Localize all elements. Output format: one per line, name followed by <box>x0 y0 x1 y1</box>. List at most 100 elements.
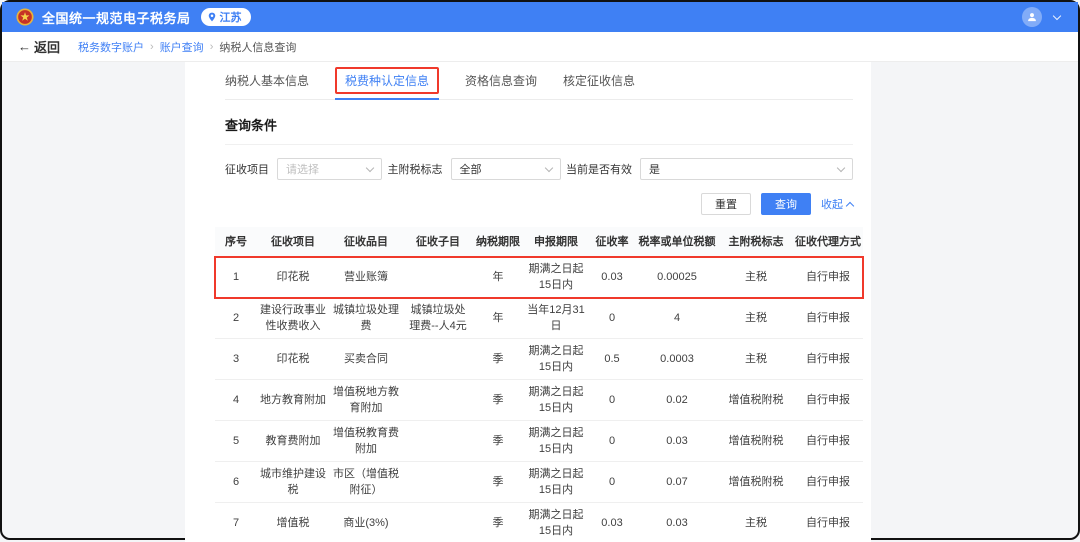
table-cell: 印花税 <box>257 269 329 285</box>
tab-4[interactable]: 核定征收信息 <box>563 62 635 99</box>
table-cell: 主税 <box>719 515 793 531</box>
table-cell: 期满之日起15日内 <box>523 261 589 293</box>
national-emblem-icon <box>16 8 34 26</box>
table-cell: 5 <box>215 433 257 449</box>
page-body: 纳税人基本信息税费种认定信息资格信息查询核定征收信息 查询条件 征收项目请选择主… <box>2 62 1078 542</box>
table-cell: 教育费附加 <box>257 433 329 449</box>
breadcrumb-item-2[interactable]: 账户查询 <box>160 39 204 55</box>
location-badge[interactable]: 江苏 <box>201 8 251 26</box>
breadcrumb-item-1[interactable]: 税务数字账户 <box>78 39 144 55</box>
tab-1[interactable]: 纳税人基本信息 <box>225 62 309 99</box>
table-cell: 年 <box>473 310 523 326</box>
table-cell: 增值税地方教育附加 <box>329 384 403 416</box>
table-cell: 自行申报 <box>793 433 863 449</box>
filter-select-3[interactable]: 是 <box>640 158 853 180</box>
column-header: 序号 <box>215 233 257 251</box>
table-cell: 3 <box>215 351 257 367</box>
table-cell: 1 <box>215 269 257 285</box>
table-cell: 自行申报 <box>793 474 863 490</box>
location-pin-icon <box>207 11 217 23</box>
table-cell: 主税 <box>719 351 793 367</box>
chevron-down-icon[interactable] <box>1053 11 1061 19</box>
left-arrow-icon: ← <box>18 39 31 54</box>
collapse-label: 收起 <box>821 196 843 212</box>
column-header: 征收代理方式 <box>793 233 863 251</box>
table-cell: 自行申报 <box>793 515 863 531</box>
column-header: 主附税标志 <box>719 233 793 251</box>
table-cell: 季 <box>473 392 523 408</box>
table-cell: 主税 <box>719 310 793 326</box>
tabs: 纳税人基本信息税费种认定信息资格信息查询核定征收信息 <box>225 62 853 100</box>
table-cell: 城市维护建设税 <box>257 466 329 498</box>
table-row-1[interactable]: 1印花税营业账簿年期满之日起15日内0.030.00025主税自行申报 <box>215 257 863 298</box>
table-cell: 自行申报 <box>793 269 863 285</box>
table-cell: 市区（增值税附征） <box>329 466 403 498</box>
select-value: 全部 <box>460 161 482 177</box>
select-value: 是 <box>649 161 660 177</box>
column-header: 征收率 <box>589 233 635 251</box>
table-cell: 0 <box>589 474 635 490</box>
table-cell: 0.03 <box>635 433 719 449</box>
column-header: 征收子目 <box>403 233 473 251</box>
table-row-7[interactable]: 7增值税商业(3%)季期满之日起15日内0.030.03主税自行申报 <box>215 503 863 542</box>
location-label: 江苏 <box>220 9 242 25</box>
table-header-row: 序号征收项目征收品目征收子目纳税期限申报期限征收率税率或单位税额主附税标志征收代… <box>215 227 863 257</box>
table-cell: 0 <box>589 310 635 326</box>
table-cell: 年 <box>473 269 523 285</box>
table-cell: 期满之日起15日内 <box>523 384 589 416</box>
tab-2[interactable]: 税费种认定信息 <box>335 62 439 99</box>
table-cell: 季 <box>473 515 523 531</box>
table-cell: 当年12月31日 <box>523 302 589 334</box>
table-cell: 0.03 <box>635 515 719 531</box>
table-row-5[interactable]: 5教育费附加增值税教育费附加季期满之日起15日内00.03增值税附税自行申报 <box>215 421 863 462</box>
filter-group-3: 当前是否有效是 <box>566 158 853 180</box>
table-cell: 6 <box>215 474 257 490</box>
filter-label: 征收项目 <box>225 161 269 177</box>
table-cell: 增值税附税 <box>719 474 793 490</box>
table-body: 1印花税营业账簿年期满之日起15日内0.030.00025主税自行申报2建设行政… <box>215 257 863 542</box>
breadcrumb-separator: › <box>150 41 154 53</box>
filter-select-1[interactable]: 请选择 <box>277 158 382 180</box>
breadcrumb-item-3: 纳税人信息查询 <box>219 39 296 55</box>
table-cell: 增值税附税 <box>719 392 793 408</box>
table-row-3[interactable]: 3印花税买卖合同季期满之日起15日内0.50.0003主税自行申报 <box>215 339 863 380</box>
table-cell: 城镇垃圾处理费 <box>329 302 403 334</box>
app-title: 全国统一规范电子税务局 <box>42 8 191 27</box>
table-cell: 0.02 <box>635 392 719 408</box>
table-cell: 0.5 <box>589 351 635 367</box>
filter-select-2[interactable]: 全部 <box>451 158 561 180</box>
back-button[interactable]: ← 返回 <box>18 37 60 56</box>
app-header: 全国统一规范电子税务局 江苏 <box>2 2 1078 32</box>
table-cell: 城镇垃圾处理费--人4元 <box>403 302 473 334</box>
collapse-toggle[interactable]: 收起 <box>821 196 853 212</box>
table-cell: 买卖合同 <box>329 351 403 367</box>
breadcrumb-separator: › <box>210 41 214 53</box>
back-label: 返回 <box>34 37 60 56</box>
table-cell: 增值税教育费附加 <box>329 425 403 457</box>
table-cell: 主税 <box>719 269 793 285</box>
table-cell: 0.07 <box>635 474 719 490</box>
table-cell: 期满之日起15日内 <box>523 343 589 375</box>
table-cell: 自行申报 <box>793 392 863 408</box>
table-cell: 地方教育附加 <box>257 392 329 408</box>
table-cell: 增值税附税 <box>719 433 793 449</box>
table-cell: 季 <box>473 474 523 490</box>
user-avatar-icon[interactable] <box>1022 7 1042 27</box>
table-cell: 0.0003 <box>635 351 719 367</box>
table-row-4[interactable]: 4地方教育附加增值税地方教育附加季期满之日起15日内00.02增值税附税自行申报 <box>215 380 863 421</box>
column-header: 税率或单位税额 <box>635 233 719 251</box>
table-row-6[interactable]: 6城市维护建设税市区（增值税附征） 季期满之日起15日内00.07增值税附税自行申… <box>215 462 863 503</box>
search-button[interactable]: 查询 <box>761 193 811 215</box>
table-cell: 季 <box>473 433 523 449</box>
tab-3[interactable]: 资格信息查询 <box>465 62 537 99</box>
reset-button[interactable]: 重置 <box>701 193 751 215</box>
table-cell: 期满之日起15日内 <box>523 466 589 498</box>
table-cell: 印花税 <box>257 351 329 367</box>
table-row-2[interactable]: 2建设行政事业性收费收入城镇垃圾处理费城镇垃圾处理费--人4元年当年12月31日… <box>215 298 863 339</box>
column-header: 纳税期限 <box>473 233 523 251</box>
filter-group-2: 主附税标志全部 <box>388 158 561 180</box>
action-buttons: 重置 查询 收起 <box>185 193 853 215</box>
table-cell: 增值税 <box>257 515 329 531</box>
chevron-up-icon <box>846 201 854 209</box>
table-cell: 期满之日起15日内 <box>523 425 589 457</box>
